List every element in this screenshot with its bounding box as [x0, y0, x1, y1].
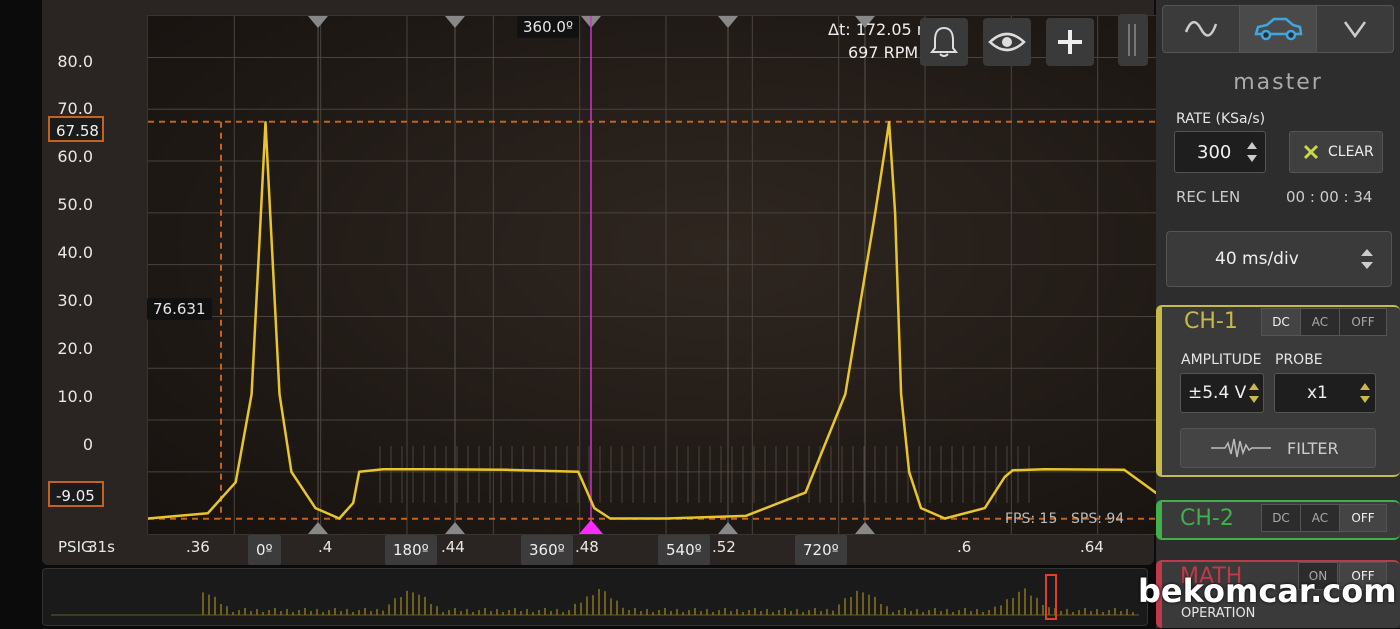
ch1-off-button[interactable]: OFF: [1339, 308, 1387, 336]
x-tick: .64: [1080, 538, 1104, 556]
alarm-button[interactable]: [920, 18, 968, 66]
angle-marker[interactable]: 540º: [658, 535, 710, 565]
probe-label: PROBE: [1275, 352, 1323, 368]
angle-bottom-triangle: [718, 522, 738, 534]
chevron-down-icon: [1342, 19, 1368, 39]
y-tick: 30.0: [43, 291, 93, 310]
waveform-svg[interactable]: [148, 16, 1184, 534]
ch1-dc-button[interactable]: DC: [1261, 308, 1301, 336]
x-tick: .48: [575, 538, 599, 556]
plot-area[interactable]: [147, 15, 1185, 535]
ch2-off-button[interactable]: OFF: [1339, 504, 1387, 532]
sps-readout: SPS: 94: [1071, 511, 1124, 527]
filter-wave-icon: [1211, 435, 1271, 461]
ch2-name[interactable]: CH-2: [1180, 506, 1234, 531]
lower-level-tag[interactable]: -9.05: [48, 481, 104, 507]
fps-readout: FPS: 15: [1005, 511, 1057, 527]
probe-value: x1: [1307, 383, 1328, 403]
amplitude-label: AMPLITUDE: [1181, 352, 1261, 368]
visibility-button[interactable]: [983, 18, 1031, 66]
angle-top-triangle: [445, 16, 465, 28]
filter-button[interactable]: FILTER: [1180, 428, 1376, 468]
cursor-value-tag: 76.631: [147, 298, 212, 320]
sidebar-title: master: [1156, 70, 1400, 95]
rec-len-label: REC LEN: [1176, 188, 1240, 206]
angle-bottom-triangle: [445, 522, 465, 534]
rate-stepper[interactable]: 300: [1174, 131, 1266, 173]
ch1-ac-button[interactable]: AC: [1300, 308, 1340, 336]
upper-level-tag[interactable]: 67.58: [48, 116, 104, 142]
rate-label: RATE (KSa/s): [1176, 111, 1265, 127]
clear-label: CLEAR: [1328, 144, 1374, 160]
mode-wave-button[interactable]: [1162, 5, 1240, 53]
overview-strip[interactable]: [42, 568, 1148, 626]
rate-value: 300: [1197, 142, 1231, 163]
panel-drag-handle[interactable]: [1118, 14, 1148, 66]
updown-arrows-icon[interactable]: [1245, 139, 1259, 165]
x-tick: .4: [318, 538, 332, 556]
rec-len-value: 00 : 00 : 34: [1286, 188, 1372, 206]
mode-more-button[interactable]: [1316, 5, 1394, 53]
amplitude-stepper[interactable]: ±5.4 V: [1180, 373, 1264, 413]
wave-icon: [1184, 18, 1218, 40]
angle-top-triangle: [308, 16, 328, 28]
probe-stepper[interactable]: x1: [1274, 373, 1376, 413]
timebase-selector[interactable]: 40 ms/div: [1166, 231, 1392, 287]
y-tick: 50.0: [43, 195, 93, 214]
ch1-name[interactable]: CH-1: [1184, 309, 1238, 334]
updown-arrows-icon: [1359, 381, 1371, 405]
timebase-value: 40 ms/div: [1215, 249, 1299, 269]
plus-icon: [1055, 27, 1085, 57]
updown-arrows-icon: [1359, 246, 1375, 272]
rpm-readout: 697 RPM: [848, 43, 918, 62]
y-tick: 40.0: [43, 243, 93, 262]
updown-arrows-icon: [1248, 381, 1260, 405]
angle-marker[interactable]: 360º: [521, 535, 573, 565]
mode-car-button[interactable]: [1239, 5, 1317, 53]
y-tick: 10.0: [43, 387, 93, 406]
y-tick: 80.0: [43, 52, 93, 71]
x-tick: .36: [186, 538, 210, 556]
add-button[interactable]: [1046, 18, 1094, 66]
y-tick: 20.0: [43, 339, 93, 358]
clear-x-icon: [1302, 143, 1320, 161]
ch2-ac-button[interactable]: AC: [1300, 504, 1340, 532]
angle-top-triangle: [718, 16, 738, 28]
angle-marker[interactable]: 0º: [248, 535, 281, 565]
amplitude-value: ±5.4 V: [1188, 383, 1246, 403]
car-icon: [1252, 16, 1304, 42]
y-tick: 60.0: [43, 147, 93, 166]
angle-bottom-triangle: [855, 522, 875, 534]
eye-icon: [988, 30, 1026, 54]
angle-marker[interactable]: 720º: [795, 535, 847, 565]
top-cursor-label[interactable]: 360.0º: [517, 16, 579, 38]
x-tick: .6: [957, 538, 971, 556]
x-tick: 31s: [88, 538, 115, 556]
angle-bottom-triangle: [308, 522, 328, 534]
x-tick: .52: [712, 538, 736, 556]
watermark: bekomcar.com: [1138, 572, 1397, 610]
angle-marker[interactable]: 180º: [385, 535, 437, 565]
bell-icon: [928, 25, 960, 59]
clear-button[interactable]: CLEAR: [1289, 131, 1383, 173]
ch2-dc-button[interactable]: DC: [1261, 504, 1301, 532]
x-tick: .44: [441, 538, 465, 556]
scope-display[interactable]: [42, 0, 1154, 565]
time-cursor-handle: [579, 520, 603, 534]
y-tick: 0: [43, 435, 93, 454]
overview-waveform: [43, 569, 1147, 625]
filter-label: FILTER: [1287, 439, 1339, 458]
